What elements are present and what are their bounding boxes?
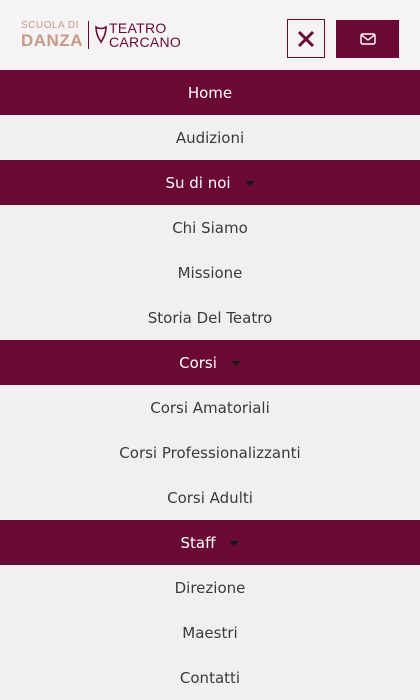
menu-item-corsi-adulti[interactable]: Corsi Adulti — [0, 475, 420, 520]
contact-mail-button[interactable] — [336, 20, 399, 58]
logo-carcano-line1: TEATRO — [109, 20, 167, 36]
mail-icon — [359, 33, 376, 45]
menu-item-label: Home — [187, 83, 233, 102]
menu-item-label: Audizioni — [175, 128, 245, 147]
mobile-nav-menu: Home Audizioni Su di noi Chi Siamo Missi… — [0, 70, 420, 700]
menu-item-label: Missione — [177, 263, 243, 282]
menu-item-home[interactable]: Home — [0, 70, 420, 115]
teatro-mask-icon — [95, 25, 107, 44]
caret-down-icon[interactable] — [230, 361, 241, 366]
teatro-carcano-logo: TEATRO CARCANO — [109, 21, 181, 49]
menu-item-corsi[interactable]: Corsi — [0, 340, 420, 385]
menu-item-label: Contatti — [179, 668, 241, 687]
menu-item-storia-del-teatro[interactable]: Storia Del Teatro — [0, 295, 420, 340]
menu-item-maestri[interactable]: Maestri — [0, 610, 420, 655]
site-header: SCUOLA DI DANZA TEATRO CARCANO — [0, 0, 420, 70]
menu-item-label: Staff — [180, 533, 216, 552]
menu-item-chi-siamo[interactable]: Chi Siamo — [0, 205, 420, 250]
menu-item-label: Su di noi — [165, 173, 231, 192]
logo-divider — [88, 21, 89, 49]
caret-down-icon[interactable] — [244, 181, 255, 186]
menu-item-label: Corsi Adulti — [167, 488, 253, 507]
menu-item-label: Corsi Professionalizzanti — [119, 443, 301, 462]
menu-item-label: Maestri — [182, 623, 238, 642]
logo-danza-line1: SCUOLA DI — [21, 20, 79, 31]
menu-item-direzione[interactable]: Direzione — [0, 565, 420, 610]
menu-item-missione[interactable]: Missione — [0, 250, 420, 295]
caret-down-icon[interactable] — [229, 541, 240, 546]
menu-item-su-di-noi[interactable]: Su di noi — [0, 160, 420, 205]
menu-item-label: Storia Del Teatro — [147, 308, 273, 327]
logo-danza-line2: DANZA — [21, 31, 83, 50]
menu-item-contatti[interactable]: Contatti — [0, 655, 420, 700]
menu-item-corsi-amatoriali[interactable]: Corsi Amatoriali — [0, 385, 420, 430]
menu-item-corsi-professionalizzanti[interactable]: Corsi Professionalizzanti — [0, 430, 420, 475]
menu-item-label: Chi Siamo — [172, 218, 248, 237]
menu-item-staff[interactable]: Staff — [0, 520, 420, 565]
menu-item-label: Direzione — [174, 578, 246, 597]
close-icon — [297, 30, 315, 47]
menu-item-label: Corsi Amatoriali — [150, 398, 270, 417]
close-menu-button[interactable] — [287, 19, 325, 58]
scuola-di-danza-logo: SCUOLA DI DANZA — [21, 20, 83, 50]
site-logo[interactable]: SCUOLA DI DANZA TEATRO CARCANO — [21, 15, 181, 55]
menu-item-label: Corsi — [179, 353, 217, 372]
logo-carcano-line2: CARCANO — [109, 34, 182, 50]
menu-item-audizioni[interactable]: Audizioni — [0, 115, 420, 160]
